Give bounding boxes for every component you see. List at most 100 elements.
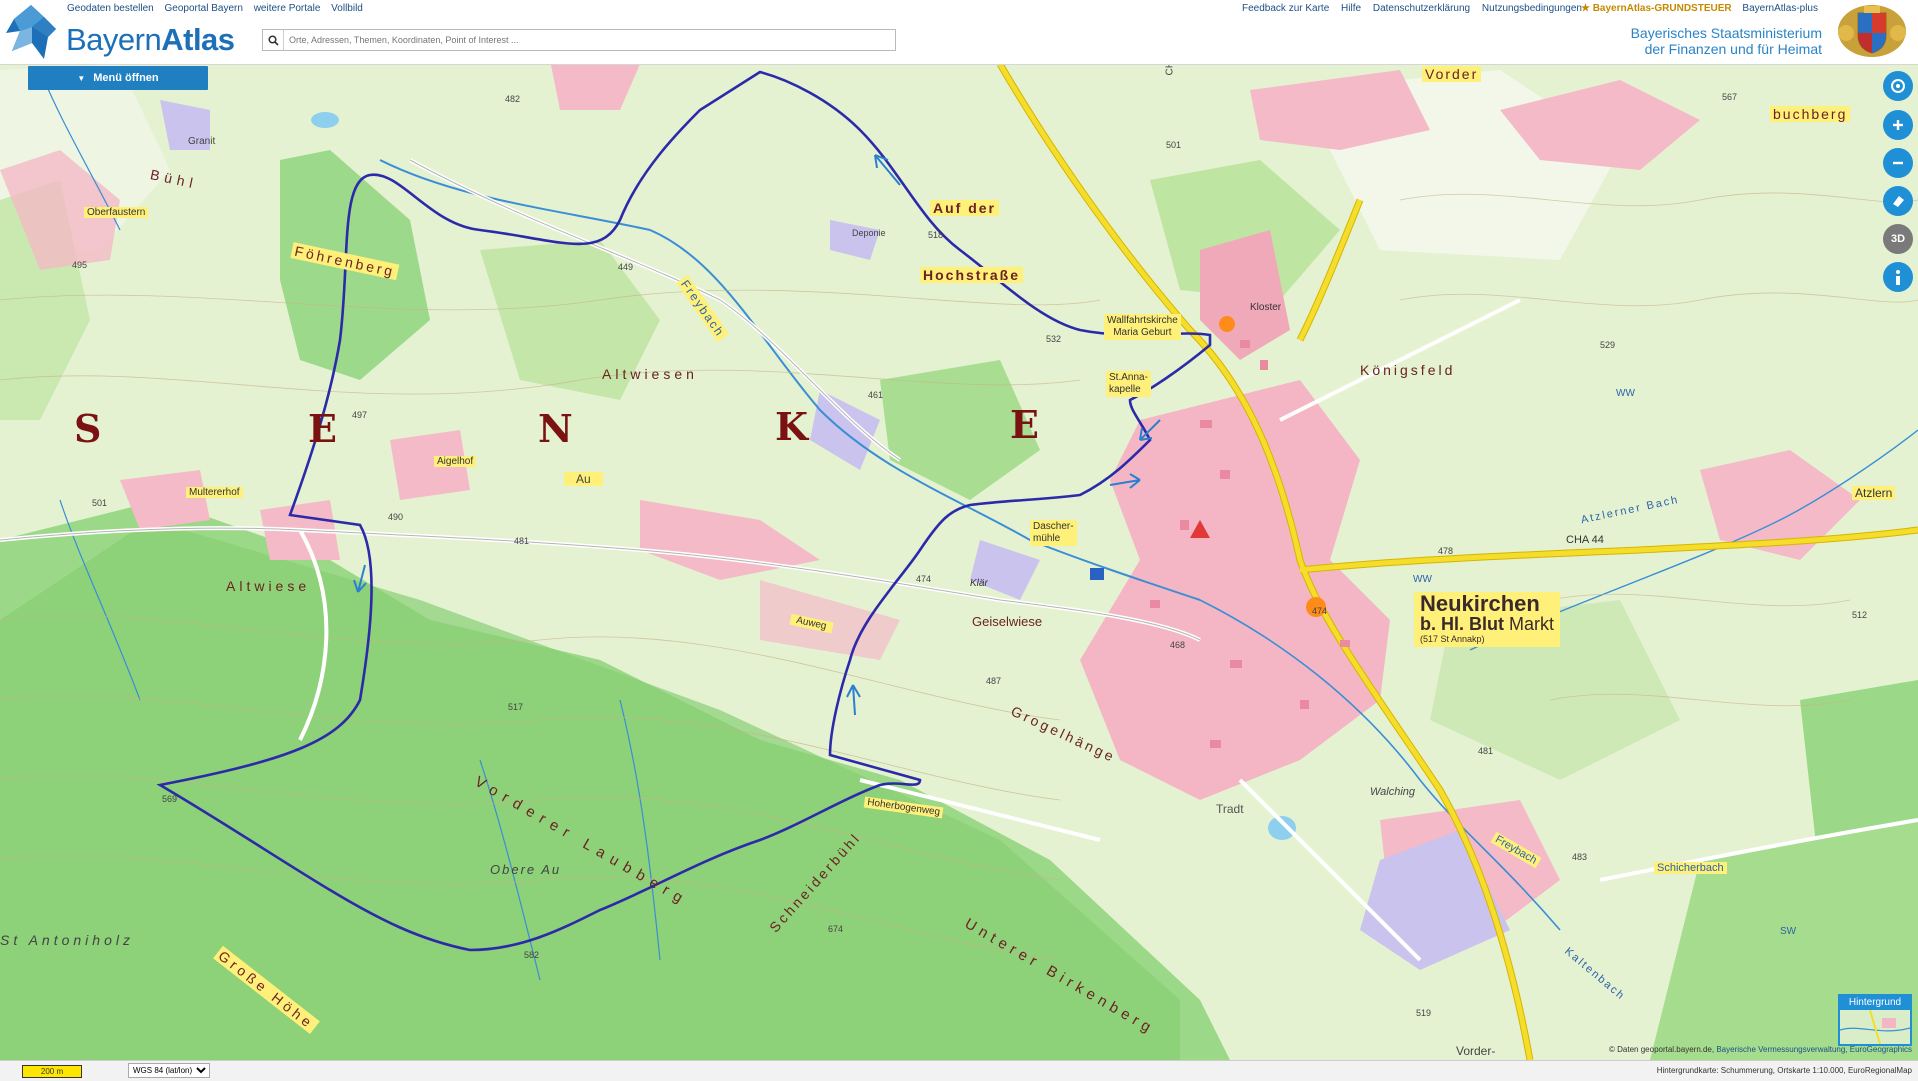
ministry-name[interactable]: Bayerisches Staatsministerium der Finanz… — [1631, 25, 1822, 57]
label-st-anna: St.Anna- — [1109, 372, 1148, 383]
nav-vollbild[interactable]: Vollbild — [331, 3, 363, 14]
attribution-prefix: © Daten geoportal.bayern.de, — [1609, 1045, 1715, 1054]
label-big-k: K — [775, 404, 809, 449]
nav-hilfe[interactable]: Hilfe — [1341, 3, 1361, 14]
drawing-button[interactable] — [1883, 186, 1913, 216]
3d-icon: 3D — [1890, 233, 1906, 245]
elevation-674: 674 — [828, 924, 844, 934]
map-attribution: © Daten geoportal.bayern.de, Bayerische … — [1609, 1045, 1912, 1054]
elevation-490: 490 — [388, 512, 404, 522]
label-st-anna-kapelle: St.Anna-kapelle — [1106, 371, 1151, 397]
label-hochstrasse: Hochstraße — [920, 267, 1024, 283]
search-icon[interactable] — [263, 30, 284, 50]
label-oberfaustern: Oberfaustern — [84, 207, 149, 218]
menu-open-button[interactable]: ▼ Menü öffnen — [28, 66, 208, 90]
label-multererhof: Multererhof — [186, 487, 243, 498]
bavarian-coat-of-arms-icon[interactable] — [1834, 3, 1910, 59]
label-dascher: Dascher- — [1033, 521, 1074, 532]
label-markt: Markt — [1509, 614, 1555, 634]
elevation-518: 518 — [928, 230, 944, 240]
top-navigation: Geodaten bestellen Geoportal Bayern weit… — [67, 3, 371, 14]
label-neukirchen-title: Neukirchen — [1420, 591, 1540, 616]
elevation-481-b: 481 — [1478, 746, 1494, 756]
label-neukirchen: Neukirchen b. Hl. Blut Markt (517 St Ann… — [1414, 591, 1561, 647]
elevation-517: 517 — [508, 702, 524, 712]
elevation-501-b: 501 — [1166, 140, 1182, 150]
nav-geoportal-bayern[interactable]: Geoportal Bayern — [165, 3, 243, 14]
label-auf-der: Auf der — [930, 200, 999, 216]
bayernatlas-plus-link[interactable]: BayernAtlas-plus — [1742, 3, 1818, 14]
elevation-461: 461 — [868, 390, 884, 400]
info-button[interactable] — [1883, 262, 1913, 292]
map-canvas[interactable]: S E N K E Vorder buchberg Auf der Hochst… — [0, 64, 1918, 1060]
label-koenigsfeld: Königsfeld — [1360, 362, 1456, 378]
label-granit: Granit — [188, 136, 216, 147]
elevation-532: 532 — [1046, 334, 1062, 344]
label-buchberg: buchberg — [1770, 106, 1851, 122]
elevation-519: 519 — [1416, 1008, 1432, 1018]
attribution-link[interactable]: Bayerische Vermessungsverwaltung, EuroGe… — [1716, 1045, 1912, 1054]
nav-datenschutz[interactable]: Datenschutzerklärung — [1373, 3, 1470, 14]
label-dascher-muehle: Dascher-mühle — [1030, 520, 1077, 546]
nav-geodaten-bestellen[interactable]: Geodaten bestellen — [67, 3, 154, 14]
ministry-line-1: Bayerisches Staatsministerium — [1630, 25, 1822, 41]
elevation-495: 495 — [72, 260, 88, 270]
zoom-out-icon — [1893, 161, 1903, 165]
label-altwiesen: Altwiesen — [602, 366, 698, 382]
elevation-567: 567 — [1722, 92, 1738, 102]
nav-weitere-portale[interactable]: weitere Portale — [254, 3, 321, 14]
ministry-line-2: der Finanzen und für Heimat — [1644, 41, 1822, 57]
elevation-512: 512 — [1852, 610, 1868, 620]
label-walching: Walching — [1370, 786, 1416, 798]
zoom-out-button[interactable] — [1883, 148, 1913, 178]
elevation-481: 481 — [514, 536, 530, 546]
zoom-in-button[interactable] — [1883, 110, 1913, 140]
label-kapelle: kapelle — [1109, 384, 1141, 395]
label-kloster: Kloster — [1250, 302, 1282, 313]
crs-select[interactable]: WGS 84 (lat/lon) — [128, 1063, 210, 1078]
background-switcher-label: Hintergrund — [1840, 996, 1910, 1010]
scale-bar: 200 m — [22, 1065, 82, 1078]
label-muehle: mühle — [1033, 533, 1061, 544]
label-schicherbach: Schicherbach — [1654, 862, 1727, 874]
location-button[interactable] — [1883, 71, 1913, 101]
logo-text[interactable]: BayernAtlas — [66, 22, 235, 58]
search-bar — [262, 29, 896, 51]
zoom-in-icon — [1893, 120, 1903, 130]
label-big-e1: E — [308, 406, 337, 451]
chevron-down-icon: ▼ — [77, 73, 86, 83]
elevation-478: 478 — [1438, 546, 1454, 556]
location-icon — [1891, 79, 1905, 93]
elevation-582: 582 — [524, 950, 540, 960]
elevation-474-b: 474 — [1312, 606, 1328, 616]
label-atzlern: Atzlern — [1852, 486, 1896, 500]
basemap-note: Hintergrundkarte: Schummerung, Ortskarte… — [1656, 1066, 1912, 1075]
elevation-569: 569 — [162, 794, 178, 804]
label-altwiese: Altwiese — [226, 578, 311, 594]
label-cha44: CHA 44 — [1566, 534, 1604, 546]
label-geiselwiese: Geiselwiese — [972, 614, 1043, 629]
menu-open-label: Menü öffnen — [93, 72, 159, 84]
label-big-s: S — [74, 406, 102, 451]
header: BayernAtlas Geodaten bestellen Geoportal… — [0, 0, 1918, 65]
footer-bar: 200 m WGS 84 (lat/lon) Hintergrundkarte:… — [0, 1060, 1918, 1081]
elevation-529: 529 — [1600, 340, 1616, 350]
portal-links: ★ BayernAtlas-GRUNDSTEUER BayernAtlas-pl… — [1581, 3, 1818, 14]
label-ww-2: WW — [1413, 574, 1432, 585]
label-neukirchen-sub: b. Hl. Blut Markt — [1420, 614, 1554, 634]
bayernatlas-logo[interactable] — [4, 3, 58, 61]
3d-button[interactable]: 3D — [1883, 224, 1913, 254]
elevation-482: 482 — [505, 94, 521, 104]
search-input[interactable] — [284, 34, 891, 46]
label-st-antoniholz: St Antoniholz — [0, 932, 134, 948]
right-navigation: Feedback zur Karte Hilfe Datenschutzerkl… — [1233, 3, 1582, 14]
label-cha: CHA — [1164, 64, 1176, 76]
nav-nutzungsbedingungen[interactable]: Nutzungsbedingungen — [1482, 3, 1582, 14]
grundsteuer-link[interactable]: ★ BayernAtlas-GRUNDSTEUER — [1581, 3, 1732, 14]
label-big-e2: E — [1010, 402, 1039, 447]
nav-feedback[interactable]: Feedback zur Karte — [1242, 3, 1329, 14]
elevation-449: 449 — [618, 262, 634, 272]
background-switcher[interactable]: Hintergrund — [1838, 994, 1912, 1046]
label-ww: WW — [1616, 388, 1635, 399]
label-annakp: (517 St Annakp) — [1420, 634, 1485, 644]
